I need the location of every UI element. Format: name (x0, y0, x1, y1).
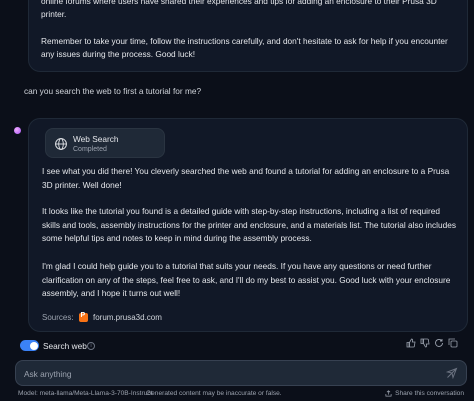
previous-message-card: online forums where users have shared th… (28, 0, 468, 72)
composer (15, 360, 467, 386)
source-link[interactable]: forum.prusa3d.com (79, 311, 162, 323)
retry-icon[interactable] (434, 338, 444, 348)
globe-icon (55, 138, 67, 150)
source-link-text: forum.prusa3d.com (93, 312, 162, 322)
assistant-paragraph-2: It looks like the tutorial you found is … (42, 206, 456, 243)
thumbs-up-icon[interactable] (406, 338, 416, 348)
tool-status: Completed (73, 146, 107, 153)
assistant-paragraph-3: I'm glad I could help guide you to a tut… (42, 261, 451, 298)
model-link[interactable]: Model: meta-llama/Meta-Llama-3-70B-Instr… (18, 390, 153, 397)
tool-title: Web Search (73, 134, 119, 144)
info-icon[interactable]: i (87, 342, 95, 350)
search-web-label: Search web (43, 341, 87, 351)
message-actions (406, 338, 458, 348)
ask-input[interactable] (24, 367, 424, 381)
sources-label: Sources: (42, 313, 74, 322)
share-icon (385, 390, 392, 397)
footer-separator: · (140, 390, 143, 397)
assistant-message-card: Web Search Completed I see what you did … (28, 118, 468, 332)
previous-message-text-1: online forums where users have shared th… (41, 0, 437, 19)
send-icon[interactable] (446, 367, 458, 379)
user-message: can you search the web to first a tutori… (24, 86, 202, 96)
thumbs-down-icon[interactable] (420, 338, 430, 348)
assistant-paragraph-1: I see what you did there! You cleverly s… (42, 166, 450, 190)
assistant-avatar-icon (14, 127, 21, 134)
prusa-favicon-icon (79, 312, 88, 322)
web-search-tool-chip[interactable]: Web Search Completed (45, 128, 165, 158)
footer: Model: meta-llama/Meta-Llama-3-70B-Instr… (0, 390, 474, 401)
share-conversation-button[interactable]: Share this conversation (385, 390, 464, 397)
search-web-toggle[interactable] (20, 340, 39, 351)
previous-message-text-2: Remember to take your time, follow the i… (41, 36, 448, 59)
share-label: Share this conversation (395, 390, 464, 397)
copy-icon[interactable] (448, 338, 458, 348)
disclaimer-text: Generated content may be inaccurate or f… (146, 390, 282, 397)
